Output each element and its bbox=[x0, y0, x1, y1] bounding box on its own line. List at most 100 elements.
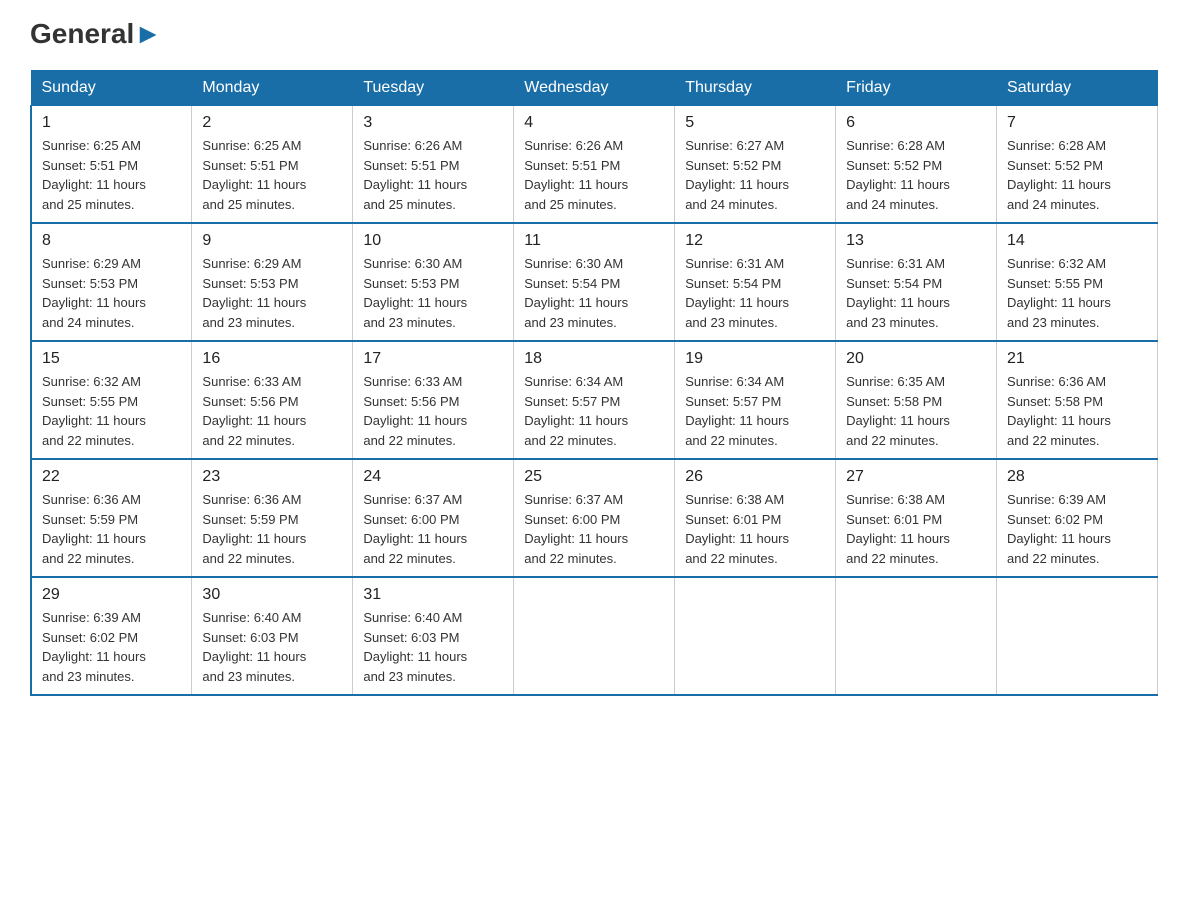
day-number: 10 bbox=[363, 232, 503, 250]
day-number: 3 bbox=[363, 114, 503, 132]
day-info: Sunrise: 6:27 AMSunset: 5:52 PMDaylight:… bbox=[685, 138, 789, 212]
day-info: Sunrise: 6:25 AMSunset: 5:51 PMDaylight:… bbox=[42, 138, 146, 212]
calendar-week-row: 15 Sunrise: 6:32 AMSunset: 5:55 PMDaylig… bbox=[31, 341, 1158, 459]
calendar-day-cell: 28 Sunrise: 6:39 AMSunset: 6:02 PMDaylig… bbox=[997, 459, 1158, 577]
calendar-day-cell: 5 Sunrise: 6:27 AMSunset: 5:52 PMDayligh… bbox=[675, 106, 836, 224]
calendar-day-cell: 22 Sunrise: 6:36 AMSunset: 5:59 PMDaylig… bbox=[31, 459, 192, 577]
day-info: Sunrise: 6:37 AMSunset: 6:00 PMDaylight:… bbox=[524, 492, 628, 566]
calendar-day-cell: 15 Sunrise: 6:32 AMSunset: 5:55 PMDaylig… bbox=[31, 341, 192, 459]
day-number: 15 bbox=[42, 350, 181, 368]
calendar-day-cell bbox=[836, 577, 997, 695]
day-number: 19 bbox=[685, 350, 825, 368]
calendar-day-cell: 3 Sunrise: 6:26 AMSunset: 5:51 PMDayligh… bbox=[353, 106, 514, 224]
day-info: Sunrise: 6:30 AMSunset: 5:53 PMDaylight:… bbox=[363, 256, 467, 330]
day-info: Sunrise: 6:32 AMSunset: 5:55 PMDaylight:… bbox=[1007, 256, 1111, 330]
day-number: 13 bbox=[846, 232, 986, 250]
calendar-day-cell bbox=[675, 577, 836, 695]
calendar-day-cell: 27 Sunrise: 6:38 AMSunset: 6:01 PMDaylig… bbox=[836, 459, 997, 577]
calendar-day-cell: 4 Sunrise: 6:26 AMSunset: 5:51 PMDayligh… bbox=[514, 106, 675, 224]
day-info: Sunrise: 6:38 AMSunset: 6:01 PMDaylight:… bbox=[685, 492, 789, 566]
day-number: 25 bbox=[524, 468, 664, 486]
day-info: Sunrise: 6:31 AMSunset: 5:54 PMDaylight:… bbox=[846, 256, 950, 330]
logo-general: General bbox=[30, 18, 134, 49]
weekday-header-tuesday: Tuesday bbox=[353, 71, 514, 106]
day-number: 18 bbox=[524, 350, 664, 368]
day-info: Sunrise: 6:33 AMSunset: 5:56 PMDaylight:… bbox=[363, 374, 467, 448]
day-info: Sunrise: 6:36 AMSunset: 5:59 PMDaylight:… bbox=[42, 492, 146, 566]
calendar-day-cell: 18 Sunrise: 6:34 AMSunset: 5:57 PMDaylig… bbox=[514, 341, 675, 459]
day-number: 30 bbox=[202, 586, 342, 604]
calendar-day-cell: 17 Sunrise: 6:33 AMSunset: 5:56 PMDaylig… bbox=[353, 341, 514, 459]
calendar-week-row: 22 Sunrise: 6:36 AMSunset: 5:59 PMDaylig… bbox=[31, 459, 1158, 577]
page-header: General► bbox=[30, 20, 1158, 50]
calendar-day-cell: 10 Sunrise: 6:30 AMSunset: 5:53 PMDaylig… bbox=[353, 223, 514, 341]
day-info: Sunrise: 6:28 AMSunset: 5:52 PMDaylight:… bbox=[1007, 138, 1111, 212]
day-info: Sunrise: 6:30 AMSunset: 5:54 PMDaylight:… bbox=[524, 256, 628, 330]
day-info: Sunrise: 6:36 AMSunset: 5:58 PMDaylight:… bbox=[1007, 374, 1111, 448]
logo-arrow-icon: ► bbox=[134, 18, 162, 49]
weekday-header-row: SundayMondayTuesdayWednesdayThursdayFrid… bbox=[31, 71, 1158, 106]
day-number: 27 bbox=[846, 468, 986, 486]
day-info: Sunrise: 6:36 AMSunset: 5:59 PMDaylight:… bbox=[202, 492, 306, 566]
day-number: 12 bbox=[685, 232, 825, 250]
day-info: Sunrise: 6:33 AMSunset: 5:56 PMDaylight:… bbox=[202, 374, 306, 448]
day-number: 14 bbox=[1007, 232, 1147, 250]
day-info: Sunrise: 6:29 AMSunset: 5:53 PMDaylight:… bbox=[202, 256, 306, 330]
day-number: 23 bbox=[202, 468, 342, 486]
calendar-day-cell: 7 Sunrise: 6:28 AMSunset: 5:52 PMDayligh… bbox=[997, 106, 1158, 224]
calendar-day-cell: 12 Sunrise: 6:31 AMSunset: 5:54 PMDaylig… bbox=[675, 223, 836, 341]
day-number: 24 bbox=[363, 468, 503, 486]
day-number: 1 bbox=[42, 114, 181, 132]
day-number: 17 bbox=[363, 350, 503, 368]
weekday-header-saturday: Saturday bbox=[997, 71, 1158, 106]
day-info: Sunrise: 6:31 AMSunset: 5:54 PMDaylight:… bbox=[685, 256, 789, 330]
weekday-header-monday: Monday bbox=[192, 71, 353, 106]
calendar-week-row: 8 Sunrise: 6:29 AMSunset: 5:53 PMDayligh… bbox=[31, 223, 1158, 341]
calendar-day-cell: 11 Sunrise: 6:30 AMSunset: 5:54 PMDaylig… bbox=[514, 223, 675, 341]
day-info: Sunrise: 6:26 AMSunset: 5:51 PMDaylight:… bbox=[524, 138, 628, 212]
calendar-day-cell: 9 Sunrise: 6:29 AMSunset: 5:53 PMDayligh… bbox=[192, 223, 353, 341]
weekday-header-thursday: Thursday bbox=[675, 71, 836, 106]
day-number: 9 bbox=[202, 232, 342, 250]
calendar-week-row: 29 Sunrise: 6:39 AMSunset: 6:02 PMDaylig… bbox=[31, 577, 1158, 695]
weekday-header-friday: Friday bbox=[836, 71, 997, 106]
calendar-day-cell: 8 Sunrise: 6:29 AMSunset: 5:53 PMDayligh… bbox=[31, 223, 192, 341]
day-number: 28 bbox=[1007, 468, 1147, 486]
day-info: Sunrise: 6:32 AMSunset: 5:55 PMDaylight:… bbox=[42, 374, 146, 448]
weekday-header-wednesday: Wednesday bbox=[514, 71, 675, 106]
calendar-day-cell: 25 Sunrise: 6:37 AMSunset: 6:00 PMDaylig… bbox=[514, 459, 675, 577]
calendar-day-cell: 19 Sunrise: 6:34 AMSunset: 5:57 PMDaylig… bbox=[675, 341, 836, 459]
calendar-table: SundayMondayTuesdayWednesdayThursdayFrid… bbox=[30, 70, 1158, 696]
day-info: Sunrise: 6:29 AMSunset: 5:53 PMDaylight:… bbox=[42, 256, 146, 330]
day-number: 6 bbox=[846, 114, 986, 132]
calendar-day-cell: 6 Sunrise: 6:28 AMSunset: 5:52 PMDayligh… bbox=[836, 106, 997, 224]
day-number: 8 bbox=[42, 232, 181, 250]
calendar-day-cell bbox=[997, 577, 1158, 695]
day-number: 2 bbox=[202, 114, 342, 132]
calendar-day-cell: 29 Sunrise: 6:39 AMSunset: 6:02 PMDaylig… bbox=[31, 577, 192, 695]
calendar-day-cell: 1 Sunrise: 6:25 AMSunset: 5:51 PMDayligh… bbox=[31, 106, 192, 224]
calendar-day-cell: 26 Sunrise: 6:38 AMSunset: 6:01 PMDaylig… bbox=[675, 459, 836, 577]
day-info: Sunrise: 6:34 AMSunset: 5:57 PMDaylight:… bbox=[685, 374, 789, 448]
day-number: 22 bbox=[42, 468, 181, 486]
calendar-day-cell bbox=[514, 577, 675, 695]
day-info: Sunrise: 6:39 AMSunset: 6:02 PMDaylight:… bbox=[42, 610, 146, 684]
day-info: Sunrise: 6:38 AMSunset: 6:01 PMDaylight:… bbox=[846, 492, 950, 566]
calendar-day-cell: 21 Sunrise: 6:36 AMSunset: 5:58 PMDaylig… bbox=[997, 341, 1158, 459]
calendar-day-cell: 14 Sunrise: 6:32 AMSunset: 5:55 PMDaylig… bbox=[997, 223, 1158, 341]
day-info: Sunrise: 6:25 AMSunset: 5:51 PMDaylight:… bbox=[202, 138, 306, 212]
day-number: 11 bbox=[524, 232, 664, 250]
day-number: 26 bbox=[685, 468, 825, 486]
day-number: 4 bbox=[524, 114, 664, 132]
calendar-day-cell: 30 Sunrise: 6:40 AMSunset: 6:03 PMDaylig… bbox=[192, 577, 353, 695]
day-number: 16 bbox=[202, 350, 342, 368]
weekday-header-sunday: Sunday bbox=[31, 71, 192, 106]
day-info: Sunrise: 6:35 AMSunset: 5:58 PMDaylight:… bbox=[846, 374, 950, 448]
calendar-day-cell: 13 Sunrise: 6:31 AMSunset: 5:54 PMDaylig… bbox=[836, 223, 997, 341]
day-number: 7 bbox=[1007, 114, 1147, 132]
calendar-week-row: 1 Sunrise: 6:25 AMSunset: 5:51 PMDayligh… bbox=[31, 106, 1158, 224]
day-number: 29 bbox=[42, 586, 181, 604]
calendar-day-cell: 31 Sunrise: 6:40 AMSunset: 6:03 PMDaylig… bbox=[353, 577, 514, 695]
day-number: 21 bbox=[1007, 350, 1147, 368]
day-info: Sunrise: 6:40 AMSunset: 6:03 PMDaylight:… bbox=[202, 610, 306, 684]
